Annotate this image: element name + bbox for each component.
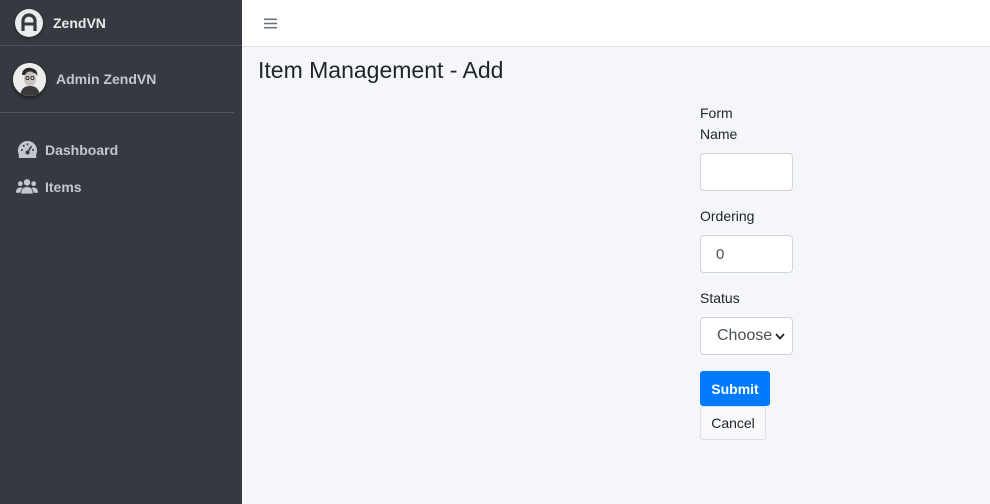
chevron-down-icon — [772, 318, 788, 354]
sidebar-item-dashboard[interactable]: Dashboard — [0, 131, 242, 168]
sidebar-item-items[interactable]: Items — [0, 168, 242, 205]
brand-link[interactable]: ZendVN — [0, 0, 242, 46]
top-navbar — [242, 0, 990, 47]
logo-icon — [15, 8, 43, 37]
brand-name: ZendVN — [53, 14, 106, 31]
name-label: Name — [700, 126, 738, 142]
status-selected-value: Choose — [717, 327, 773, 344]
avatar-icon[interactable] — [13, 62, 46, 96]
form-title: Form — [700, 105, 733, 121]
status-label: Status — [700, 290, 740, 306]
user-name[interactable]: Admin ZendVN — [56, 71, 156, 87]
sidebar-item-label: Dashboard — [45, 141, 119, 158]
item-add-form: Form Name Ordering Status Choose Submit … — [700, 103, 840, 440]
ordering-label: Ordering — [700, 208, 755, 224]
sidebar-item-label: Items — [45, 178, 82, 195]
ordering-input[interactable] — [700, 235, 793, 273]
tachometer-icon — [16, 140, 38, 160]
cancel-button[interactable]: Cancel — [700, 406, 766, 440]
sidebar: ZendVN Admin ZendVN Dashboard Items — [0, 0, 242, 504]
sidebar-nav: Dashboard Items — [0, 113, 242, 205]
users-icon — [16, 177, 38, 197]
submit-button[interactable]: Submit — [700, 371, 770, 406]
page-title: Item Management - Add — [258, 57, 504, 83]
name-input[interactable] — [700, 153, 793, 191]
status-select[interactable]: Choose — [700, 317, 793, 355]
user-panel: Admin ZendVN — [0, 46, 234, 113]
hamburger-icon[interactable] — [264, 14, 277, 32]
